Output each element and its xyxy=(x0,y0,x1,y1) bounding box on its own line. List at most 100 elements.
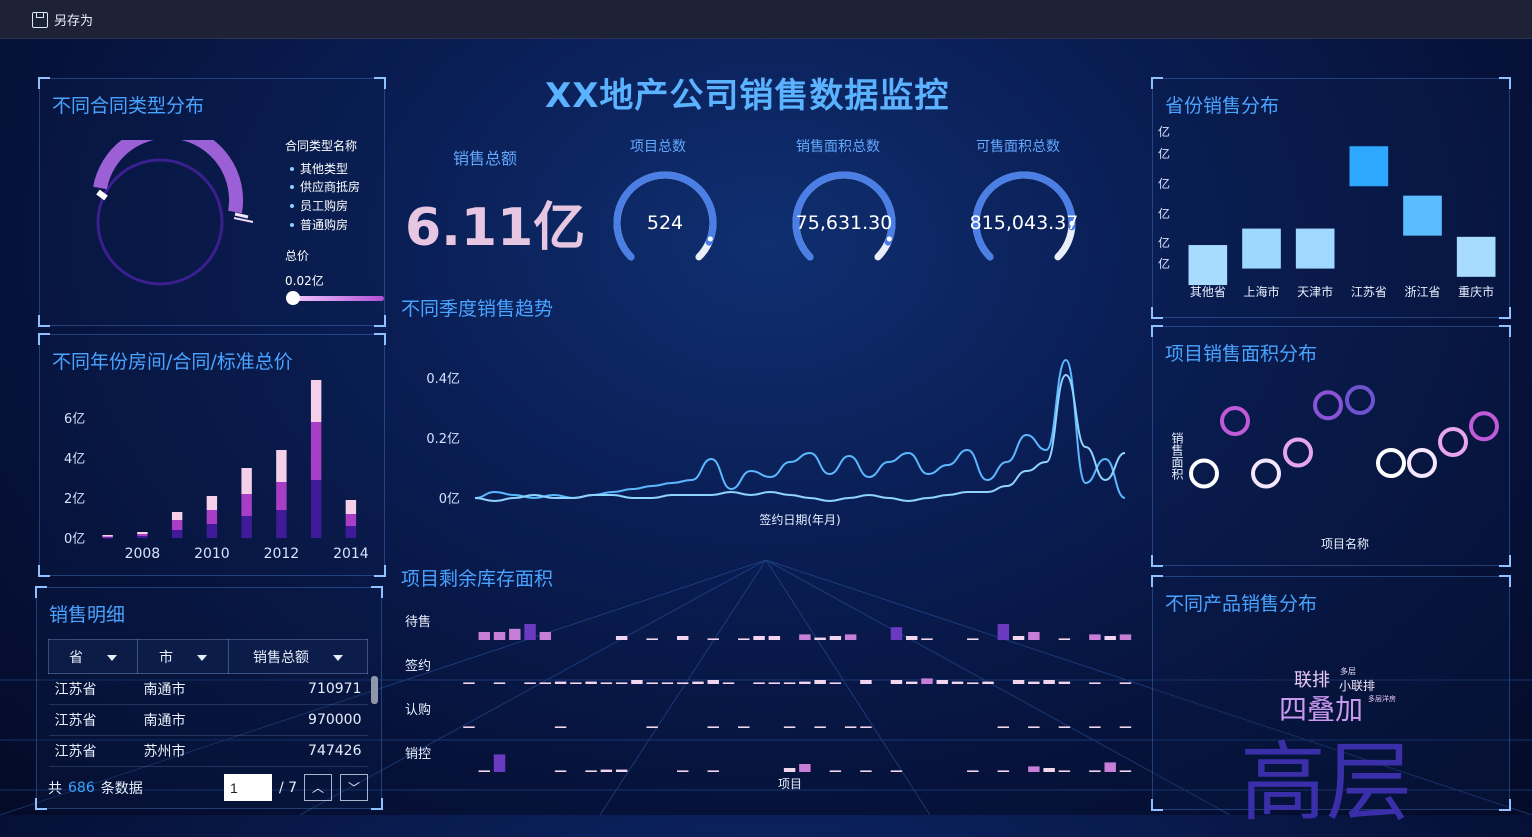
inventory-bar xyxy=(478,770,490,772)
table-row[interactable]: 江苏省 苏州市 747426 xyxy=(48,735,368,767)
sort-dropdown-icon[interactable] xyxy=(107,654,117,661)
area-panel-title: 项目销售面积分布 xyxy=(1165,343,1318,365)
inventory-bar xyxy=(890,627,903,640)
province-bar xyxy=(1456,236,1496,277)
inventory-bar xyxy=(707,638,719,640)
price-slider-handle[interactable] xyxy=(286,291,300,305)
inventory-bar xyxy=(844,726,857,728)
x-tick-label: 浙江省 xyxy=(1404,285,1440,299)
scatter-point xyxy=(1220,406,1250,436)
inventory-bar xyxy=(997,624,1010,640)
save-icon xyxy=(32,11,48,28)
bar-segment xyxy=(310,480,322,538)
column-header-city[interactable]: 市 xyxy=(137,639,229,674)
word-cloud-word[interactable]: 小联排 xyxy=(1339,677,1375,694)
price-slider-track[interactable] xyxy=(292,296,384,301)
x-tick-label: 2008 xyxy=(125,546,161,562)
province-panel-title: 省份销售分布 xyxy=(1165,95,1280,117)
inventory-bar xyxy=(829,770,842,772)
table-scrollbar[interactable] xyxy=(371,676,378,704)
inventory-bar xyxy=(600,682,613,684)
inventory-bar xyxy=(967,682,979,684)
column-header-province[interactable]: 省 xyxy=(48,639,138,674)
table-row[interactable]: 江苏省 南通市 970000 xyxy=(48,704,368,736)
area-scatter-chart: 销售面积项目名称 xyxy=(1170,385,1499,551)
inventory-bar xyxy=(829,636,842,640)
inventory-bar xyxy=(661,682,674,684)
table-row[interactable]: 江苏省 南通市 710971 xyxy=(48,673,368,705)
slider-value: 0.02亿 xyxy=(285,274,324,288)
word-cloud-word[interactable]: 多层洋房 xyxy=(1368,694,1396,704)
x-tick-label: 上海市 xyxy=(1243,284,1279,299)
bar-segment xyxy=(137,534,148,536)
save-as-label: 另存为 xyxy=(54,14,94,29)
inventory-bar xyxy=(799,634,811,640)
product-panel-title: 不同产品销售分布 xyxy=(1165,593,1318,615)
legend-item[interactable]: 普通购房 xyxy=(290,216,348,233)
gauge-marker xyxy=(707,236,713,242)
inventory-bar xyxy=(570,682,582,684)
inventory-bar xyxy=(554,681,567,684)
inventory-bar xyxy=(493,682,506,684)
sort-dropdown-icon[interactable] xyxy=(333,654,343,661)
page-number-input[interactable] xyxy=(224,774,272,801)
inventory-bar xyxy=(890,770,903,772)
inventory-bar xyxy=(1119,770,1132,772)
trend-series-line xyxy=(474,373,1126,503)
inventory-bar xyxy=(753,636,765,640)
page-down-button[interactable]: ﹀ xyxy=(340,774,368,801)
inventory-bar xyxy=(524,624,536,640)
save-as-button[interactable]: 另存为 xyxy=(32,10,93,29)
bar-segment xyxy=(241,468,252,494)
inventory-bar xyxy=(783,682,796,684)
inventory-bar xyxy=(539,682,552,684)
word-cloud-word[interactable]: 四叠加 xyxy=(1279,688,1363,728)
scatter-point xyxy=(1251,458,1281,489)
word-cloud-word[interactable]: 多层 xyxy=(1340,666,1356,677)
record-count: 686 xyxy=(68,780,95,796)
word-cloud-word[interactable]: 高层 xyxy=(1240,712,1412,837)
legend-item[interactable]: 其他类型 xyxy=(290,160,348,177)
inventory-bar xyxy=(478,632,490,640)
inventory-bar xyxy=(738,726,750,728)
word-cloud-word[interactable]: 联排 xyxy=(1294,666,1330,692)
inventory-bar xyxy=(554,770,567,772)
inventory-bar xyxy=(1104,636,1116,640)
inventory-bar-chart: 待售签约认购销控项目 xyxy=(405,614,1132,791)
dashboard-title: XX地产公司销售数据监控 xyxy=(545,76,950,116)
page-up-button[interactable]: ︿ xyxy=(304,774,332,801)
bar-segment xyxy=(241,494,252,516)
inventory-bar xyxy=(768,636,781,640)
inventory-bar xyxy=(707,726,719,728)
inventory-bar xyxy=(1089,682,1101,684)
province-bar xyxy=(1349,146,1389,187)
kpi-project-count-value: 524 xyxy=(646,212,684,234)
scatter-point xyxy=(1345,385,1375,415)
column-header-sales[interactable]: 销售总额 xyxy=(228,639,368,674)
x-axis-label: 签约日期(年月) xyxy=(759,512,840,527)
x-tick-label: 2014 xyxy=(333,546,369,562)
inventory-bar xyxy=(615,682,628,684)
inventory-bar xyxy=(1089,770,1101,772)
detail-panel-title: 销售明细 xyxy=(49,604,126,626)
sort-dropdown-icon[interactable] xyxy=(197,654,207,661)
inventory-bar xyxy=(783,726,796,728)
page-total: / 7 xyxy=(279,780,298,796)
x-axis-label: 项目 xyxy=(778,777,802,791)
legend-item[interactable]: 员工购房 xyxy=(290,197,348,214)
inventory-bar xyxy=(967,638,979,640)
inventory-bar xyxy=(738,638,750,640)
x-tick-label: 天津市 xyxy=(1297,284,1333,299)
inventory-bar xyxy=(921,678,933,684)
kpi-sold-area-value: 75,631.30 xyxy=(795,212,893,234)
inventory-bar xyxy=(860,680,872,684)
bar-segment xyxy=(276,450,287,482)
scatter-point xyxy=(1189,458,1219,489)
province-bar xyxy=(1403,195,1442,236)
y-tick-label: 亿 xyxy=(1158,256,1170,271)
legend-item[interactable]: 供应商抵房 xyxy=(290,178,360,195)
inventory-bar xyxy=(524,682,536,684)
inventory-bar xyxy=(493,632,506,640)
contract-legend-title: 合同类型名称 xyxy=(285,139,358,153)
scatter-point xyxy=(1283,437,1313,468)
